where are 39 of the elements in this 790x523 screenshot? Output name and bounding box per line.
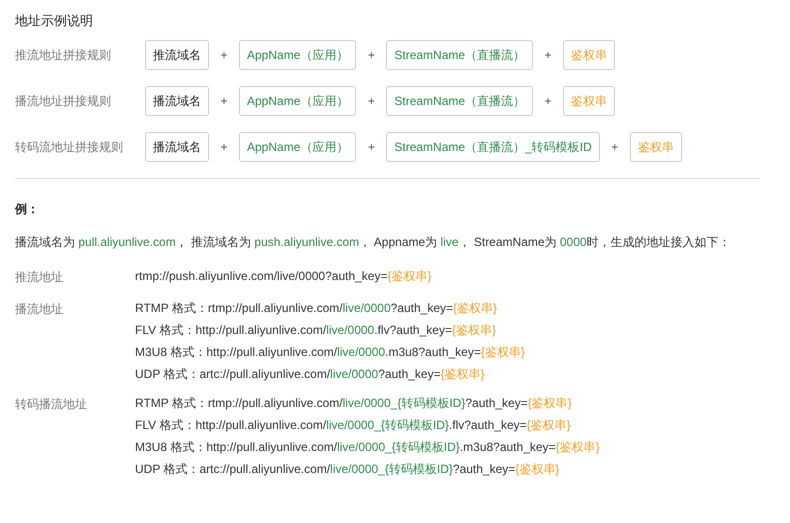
plus-sign: +: [366, 94, 376, 108]
address-part-tag: 鉴权串: [630, 132, 682, 162]
address-url: RTMP 格式：rtmp://pull.aliyunlive.com/live/0000?auth_key={鉴权串}: [135, 301, 498, 317]
address-part-tag: 鉴权串: [563, 86, 616, 116]
plus-sign: +: [366, 48, 376, 62]
address-url: M3U8 格式：http://pull.aliyunlive.com/live/0000.m3u8?auth_key={鉴权串}: [135, 345, 525, 361]
address-part-tag: 播流域名: [145, 86, 209, 116]
address-url: UDP 格式：artc://pull.aliyunlive.com/live/0000?auth_key={鉴权串}: [135, 367, 486, 381]
address-url: M3U8 格式：http://pull.aliyunlive.com/live/0000_{转码模板ID}.m3u8?auth_key={鉴权串}: [135, 440, 600, 456]
plus-sign: +: [219, 48, 228, 62]
address-part-tag: StreamName（直播流）: [386, 86, 534, 116]
plus-sign: +: [219, 140, 228, 154]
address-label: 推流地址: [15, 269, 64, 286]
example-heading: 例：: [15, 201, 40, 218]
address-url: UDP 格式：artc://pull.aliyunlive.com/live/0000_{转码模板ID}?auth_key={鉴权串}: [135, 462, 560, 476]
address-label: 播流地址: [15, 301, 64, 318]
address-label: 转码播流地址: [15, 396, 88, 413]
address-part-tag: StreamName（直播流）: [386, 40, 534, 70]
rule-label: 转码流地址拼接规则: [15, 138, 124, 156]
plus-sign: +: [219, 94, 228, 108]
address-part-tag: StreamName（直播流）_转码模板ID: [386, 132, 600, 162]
plus-sign: +: [366, 140, 376, 154]
plus-sign: +: [610, 140, 620, 154]
example-description: 播流域名为 pull.aliyunlive.com， 推流域名为 push.aliyunlive.com， Appname为 live， StreamName为 0000时，生成的地址接入如下：: [15, 234, 732, 251]
address-part-tag: AppName（应用）: [239, 40, 356, 70]
address-part-tag: 鉴权串: [563, 40, 616, 70]
rule-label: 推流地址拼接规则: [15, 46, 112, 64]
rule-label: 播流地址拼接规则: [15, 92, 112, 110]
address-url: FLV 格式：http://pull.aliyunlive.com/live/0000_{转码模板ID}.flv?auth_key={鉴权串}: [135, 418, 572, 434]
plus-sign: +: [544, 48, 553, 62]
section-title: 地址示例说明: [15, 12, 94, 30]
address-url: FLV 格式：http://pull.aliyunlive.com/live/0000.flv?auth_key={鉴权串}: [135, 323, 497, 339]
address-url: RTMP 格式：rtmp://pull.aliyunlive.com/live/0000_{转码模板ID}?auth_key={鉴权串}: [135, 396, 573, 412]
address-part-tag: 推流域名: [145, 40, 209, 70]
address-url: rtmp://push.aliyunlive.com/live/0000?auth_key={鉴权串}: [135, 269, 432, 283]
address-part-tag: AppName（应用）: [239, 86, 356, 116]
address-part-tag: AppName（应用）: [239, 132, 356, 162]
plus-sign: +: [544, 94, 553, 108]
address-part-tag: 播流域名: [145, 132, 209, 162]
